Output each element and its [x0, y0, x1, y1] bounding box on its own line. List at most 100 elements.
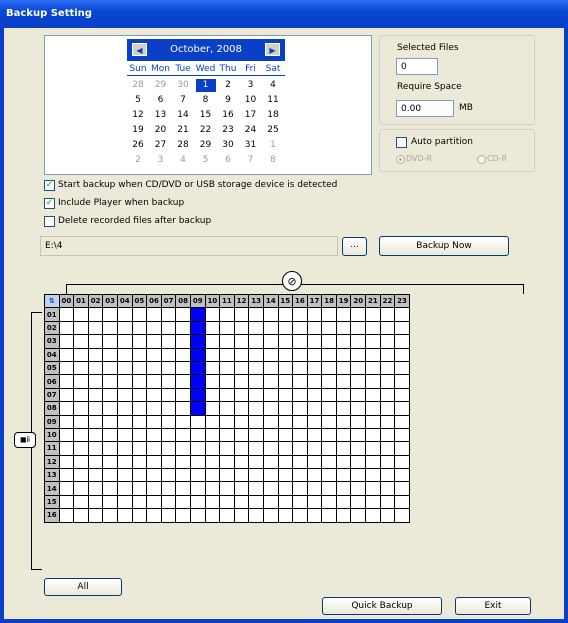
schedule-cell[interactable]	[146, 414, 162, 429]
schedule-cell[interactable]	[233, 307, 250, 322]
schedule-cell[interactable]	[365, 347, 381, 362]
schedule-cell[interactable]	[73, 414, 89, 429]
hour-header[interactable]: 15	[277, 293, 294, 309]
channel-header[interactable]: 15	[44, 494, 60, 510]
schedule-cell[interactable]	[102, 508, 118, 523]
schedule-cell[interactable]	[189, 414, 206, 429]
hour-header[interactable]: 19	[335, 293, 352, 309]
schedule-cell[interactable]	[321, 427, 337, 443]
schedule-cell[interactable]	[394, 401, 410, 416]
schedule-cell[interactable]	[189, 387, 206, 403]
schedule-cell[interactable]	[160, 427, 177, 443]
schedule-cell[interactable]	[277, 387, 294, 403]
calendar-day[interactable]: 16	[218, 109, 238, 122]
schedule-cell[interactable]	[365, 481, 381, 496]
schedule-cell[interactable]	[262, 454, 279, 470]
schedule-cell[interactable]	[350, 441, 367, 456]
schedule-cell[interactable]	[189, 427, 206, 443]
schedule-cell[interactable]	[116, 427, 133, 443]
schedule-cell[interactable]	[146, 307, 162, 322]
schedule-cell[interactable]	[379, 414, 396, 429]
hour-header[interactable]: 18	[321, 293, 337, 309]
schedule-cell[interactable]	[335, 401, 352, 416]
schedule-cell[interactable]	[175, 387, 191, 403]
schedule-cell[interactable]	[131, 360, 148, 376]
channel-header[interactable]: 11	[44, 441, 60, 456]
schedule-cell[interactable]	[306, 374, 323, 389]
schedule-cell[interactable]	[306, 401, 323, 416]
schedule-cell[interactable]	[58, 360, 75, 376]
schedule-cell[interactable]	[262, 387, 279, 403]
calendar-day[interactable]: 18	[263, 109, 283, 122]
schedule-cell[interactable]	[58, 334, 75, 349]
schedule-cell[interactable]	[204, 347, 221, 362]
schedule-cell[interactable]	[73, 401, 89, 416]
hour-header[interactable]: 00	[58, 293, 75, 309]
schedule-cell[interactable]	[248, 481, 264, 496]
calendar-day[interactable]: 4	[263, 79, 283, 92]
schedule-cell[interactable]	[277, 481, 294, 496]
schedule-cell[interactable]	[394, 494, 410, 510]
hour-header[interactable]: 14	[262, 293, 279, 309]
schedule-cell[interactable]	[335, 307, 352, 322]
schedule-cell[interactable]	[379, 494, 396, 510]
schedule-cell[interactable]	[175, 441, 191, 456]
schedule-cell[interactable]	[160, 494, 177, 510]
schedule-cell[interactable]	[379, 360, 396, 376]
backup-now-button[interactable]: Backup Now	[379, 236, 509, 256]
schedule-cell[interactable]	[87, 334, 104, 349]
schedule-cell[interactable]	[175, 360, 191, 376]
schedule-cell[interactable]	[262, 494, 279, 510]
schedule-cell[interactable]	[335, 320, 352, 336]
schedule-cell[interactable]	[321, 494, 337, 510]
exit-button[interactable]: Exit	[455, 597, 531, 615]
schedule-cell[interactable]	[306, 360, 323, 376]
schedule-cell[interactable]	[204, 481, 221, 496]
schedule-cell[interactable]	[365, 360, 381, 376]
schedule-cell[interactable]	[219, 441, 235, 456]
schedule-cell[interactable]	[58, 320, 75, 336]
schedule-cell[interactable]	[335, 387, 352, 403]
schedule-cell[interactable]	[379, 427, 396, 443]
schedule-cell[interactable]	[379, 320, 396, 336]
schedule-cell[interactable]	[131, 347, 148, 362]
channel-header[interactable]: 13	[44, 468, 60, 483]
schedule-cell[interactable]	[394, 468, 410, 483]
calendar-day[interactable]: 5	[196, 154, 216, 167]
hour-header[interactable]: 12	[233, 293, 250, 309]
schedule-cell[interactable]	[73, 441, 89, 456]
schedule-cell[interactable]	[146, 401, 162, 416]
calendar-day[interactable]: 12	[128, 109, 148, 122]
schedule-cell[interactable]	[262, 347, 279, 362]
schedule-cell[interactable]	[350, 374, 367, 389]
schedule-cell[interactable]	[116, 481, 133, 496]
schedule-cell[interactable]	[306, 481, 323, 496]
schedule-cell[interactable]	[146, 441, 162, 456]
schedule-cell[interactable]	[335, 427, 352, 443]
schedule-cell[interactable]	[73, 494, 89, 510]
schedule-cell[interactable]	[116, 374, 133, 389]
channel-header[interactable]: 14	[44, 481, 60, 496]
schedule-cell[interactable]	[233, 427, 250, 443]
schedule-cell[interactable]	[262, 360, 279, 376]
schedule-cell[interactable]	[131, 334, 148, 349]
channel-header[interactable]: 04	[44, 347, 60, 362]
schedule-cell[interactable]	[248, 441, 264, 456]
schedule-cell[interactable]	[292, 414, 308, 429]
schedule-cell[interactable]	[116, 334, 133, 349]
schedule-cell[interactable]	[321, 401, 337, 416]
hour-header[interactable]: 08	[175, 293, 191, 309]
schedule-cell[interactable]	[233, 468, 250, 483]
hour-header[interactable]: 16	[292, 293, 308, 309]
schedule-cell[interactable]	[248, 374, 264, 389]
calendar-day[interactable]: 11	[263, 94, 283, 107]
calendar-day[interactable]: 6	[218, 154, 238, 167]
schedule-cell[interactable]	[131, 454, 148, 470]
schedule-cell[interactable]	[292, 508, 308, 523]
schedule-cell[interactable]	[306, 441, 323, 456]
schedule-cell[interactable]	[73, 481, 89, 496]
schedule-cell[interactable]	[131, 494, 148, 510]
schedule-cell[interactable]	[58, 401, 75, 416]
schedule-cell[interactable]	[58, 374, 75, 389]
schedule-cell[interactable]	[365, 454, 381, 470]
